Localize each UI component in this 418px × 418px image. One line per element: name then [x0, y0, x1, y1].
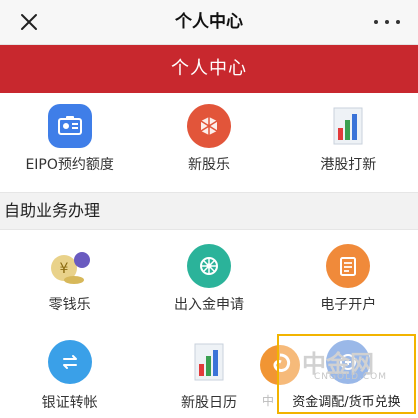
- cube-icon: [186, 104, 231, 148]
- bank-transfer-label: 银证转帐: [41, 395, 98, 411]
- deposit-withdraw-button[interactable]: 出入金申请: [139, 236, 278, 328]
- ipo-joy-label: 新股乐: [187, 157, 230, 173]
- eipo-quota-button[interactable]: EIPO预约额度: [0, 96, 139, 188]
- e-account-label: 电子开户: [320, 297, 377, 313]
- quick-actions: EIPO预约额度 新股乐 港股打新: [0, 96, 418, 188]
- hk-ipo-label: 港股打新: [320, 157, 377, 173]
- hk-ipo-button[interactable]: 港股打新: [279, 96, 418, 188]
- wheel-icon: [186, 244, 231, 288]
- header-banner: 个人中心: [0, 45, 418, 93]
- top-bar: 个人中心: [0, 0, 418, 45]
- fund-exchange-highlight[interactable]: 资金调配/货币兑换: [277, 334, 416, 414]
- ipo-calendar-label: 新股日历: [180, 395, 237, 411]
- document-icon: [326, 244, 371, 288]
- self-service-section: 自助业务办理: [0, 192, 418, 230]
- ipo-calendar-button[interactable]: 新股日历: [139, 334, 278, 418]
- bar-chart-icon: [187, 340, 231, 384]
- fund-exchange-label: 资金调配/货币兑换: [279, 391, 414, 410]
- e-account-button[interactable]: 电子开户: [279, 236, 418, 328]
- services-row-1: ¥ 零钱乐 出入金申请 电子开户: [0, 236, 418, 328]
- page-title: 个人中心: [175, 12, 243, 32]
- svg-text:¥: ¥: [59, 261, 68, 277]
- money-bag-icon: ¥: [48, 244, 92, 288]
- transfer-arrows-icon: [47, 340, 92, 384]
- deposit-withdraw-label: 出入金申请: [173, 297, 244, 313]
- bar-chart-icon: [326, 104, 370, 148]
- small-change-label: 零钱乐: [48, 297, 91, 313]
- bank-transfer-button[interactable]: 银证转帐: [0, 334, 139, 418]
- eipo-quota-label: EIPO预约额度: [25, 157, 114, 173]
- obscured-label: 中: [262, 394, 275, 408]
- id-card-icon: [47, 104, 92, 148]
- more-icon[interactable]: [374, 12, 400, 32]
- small-change-button[interactable]: ¥ 零钱乐: [0, 236, 139, 328]
- ipo-joy-button[interactable]: 新股乐: [139, 96, 278, 188]
- section-title: 自助业务办理: [4, 201, 101, 220]
